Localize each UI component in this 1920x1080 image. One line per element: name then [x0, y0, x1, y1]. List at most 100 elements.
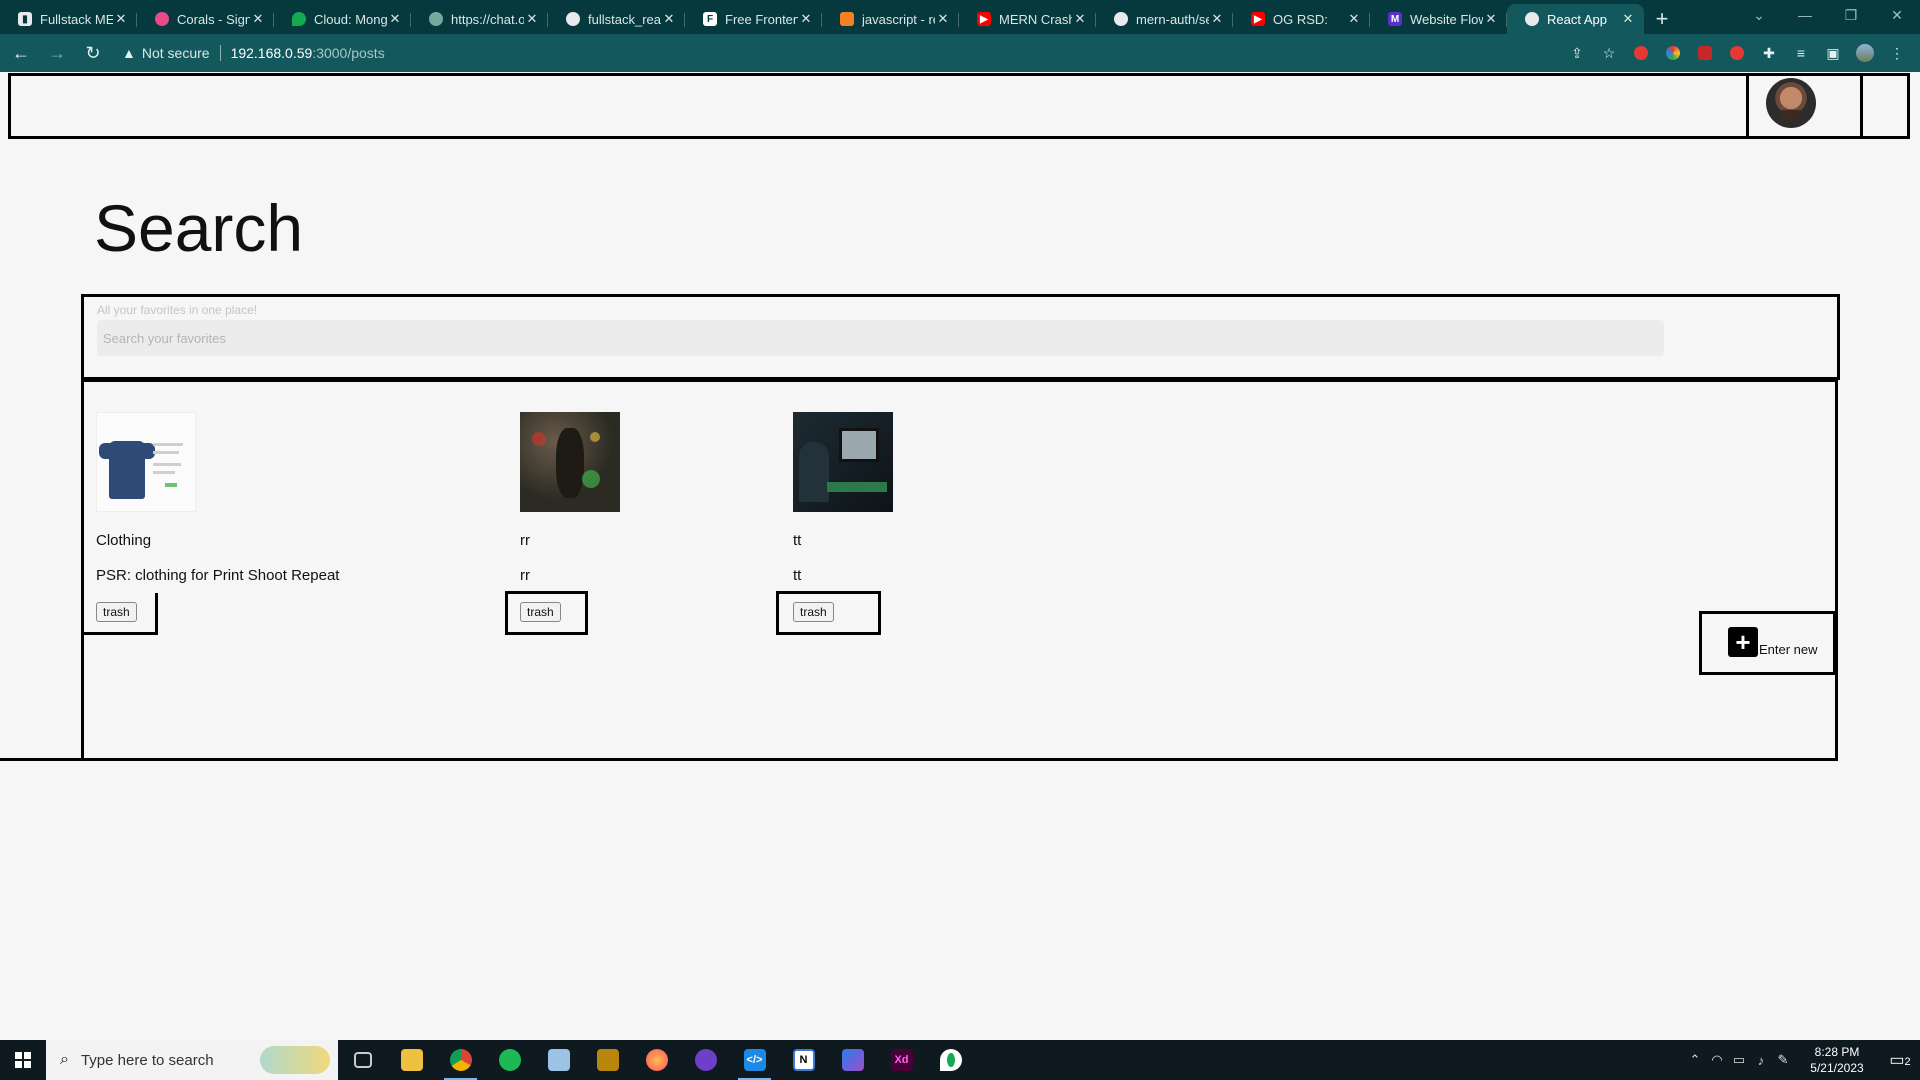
browser-tab[interactable]: Cloud: Mongo ✕ — [274, 4, 411, 34]
text-line — [153, 471, 175, 474]
close-icon[interactable]: ✕ — [1483, 11, 1499, 27]
tab-title: Website Flow — [1410, 11, 1483, 27]
forward-arrow-icon[interactable]: → — [42, 38, 72, 68]
browser-tab[interactable]: javascript - re ✕ — [822, 4, 959, 34]
side-panel-icon[interactable]: ▣ — [1820, 40, 1846, 66]
tab-title: Free Frontend — [725, 11, 798, 27]
trash-button[interactable]: trash — [793, 602, 834, 622]
browser-tab[interactable]: ▮ Fullstack MERN✕ — [0, 4, 137, 34]
browser-tab[interactable]: mern-auth/se ✕ — [1096, 4, 1233, 34]
extension-camera-icon[interactable] — [1692, 40, 1718, 66]
plus-icon: + — [1728, 627, 1758, 657]
f-logo-icon: F — [703, 12, 717, 26]
extension-color-picker-icon[interactable] — [1660, 40, 1686, 66]
youtube-icon: ▶ — [977, 12, 991, 26]
address-bar[interactable]: ▲ Not secure 192.168.0.59 :3000/posts — [122, 38, 385, 68]
url-host: 192.168.0.59 — [230, 45, 313, 61]
browser-tab[interactable]: F Free Frontend✕ — [685, 4, 822, 34]
share-icon[interactable]: ⇪ — [1564, 40, 1590, 66]
browser-tab[interactable]: https://chat.o ✕ — [411, 4, 548, 34]
extension-red-icon[interactable] — [1628, 40, 1654, 66]
search-label: All your favorites in one place! — [97, 303, 258, 317]
profile-avatar-icon[interactable] — [1852, 40, 1878, 66]
spotify-icon[interactable] — [485, 1040, 534, 1080]
post-description: rr — [520, 567, 530, 584]
folder-app-icon[interactable] — [583, 1040, 632, 1080]
vscode-icon[interactable]: </> — [730, 1040, 779, 1080]
close-icon[interactable]: ✕ — [935, 11, 951, 27]
extensions-puzzle-icon[interactable]: ✚ — [1756, 40, 1782, 66]
add-to-cart-mark — [165, 483, 177, 487]
text-line — [153, 443, 183, 446]
task-view-icon[interactable] — [338, 1040, 387, 1080]
enter-new-button[interactable]: + Enter new — [1699, 611, 1836, 675]
person-silhouette — [799, 442, 829, 502]
computer-desk-thumbnail — [793, 412, 893, 512]
warning-triangle-icon: ▲ — [122, 45, 136, 61]
browser-tab[interactable]: fullstack_reac ✕ — [548, 4, 685, 34]
figure-silhouette — [556, 428, 584, 498]
post-card — [520, 412, 620, 512]
restore-icon[interactable]: ❐ — [1828, 7, 1874, 24]
search-input[interactable] — [97, 320, 1664, 356]
close-icon[interactable]: ✕ — [113, 11, 129, 27]
close-icon[interactable]: ✕ — [1072, 11, 1088, 27]
monitor-shape — [839, 428, 879, 462]
github-desktop-icon[interactable] — [681, 1040, 730, 1080]
network-icon[interactable]: ◠ — [1706, 1052, 1728, 1068]
notion-icon[interactable]: N — [779, 1040, 828, 1080]
post-title: Clothing — [96, 532, 152, 549]
notifications-button[interactable]: ▭2 — [1880, 1050, 1920, 1070]
battery-icon[interactable]: ▭ — [1728, 1052, 1750, 1068]
firefox-icon[interactable] — [632, 1040, 681, 1080]
trash-button[interactable]: trash — [96, 602, 137, 622]
more-menu-icon[interactable]: ⋮ — [1884, 40, 1910, 66]
taskbar-search[interactable]: ⌕ Type here to search — [46, 1040, 338, 1080]
new-tab-button[interactable]: + — [1644, 4, 1680, 34]
page-title: Search — [94, 191, 304, 265]
clock[interactable]: 8:28 PM 5/21/2023 — [1794, 1044, 1880, 1076]
browser-toolbar: ← → ↻ ▲ Not secure 192.168.0.59 :3000/po… — [0, 34, 1920, 72]
corals-icon — [155, 12, 169, 26]
chevron-up-icon[interactable]: ⌃ — [1684, 1052, 1706, 1068]
url-path: :3000/posts — [312, 45, 385, 61]
back-arrow-icon[interactable]: ← — [6, 38, 36, 68]
start-button[interactable] — [0, 1040, 46, 1080]
tab-search-chevron-icon[interactable]: ⌄ — [1736, 7, 1782, 24]
close-icon[interactable]: ✕ — [250, 11, 266, 27]
security-status: Not secure — [141, 45, 210, 61]
minimize-icon[interactable]: — — [1782, 7, 1828, 23]
browser-tab[interactable]: ▶ MERN Crash ✕ — [959, 4, 1096, 34]
browser-tab[interactable]: M Website Flow ✕ — [1370, 4, 1507, 34]
file-explorer-icon[interactable] — [387, 1040, 436, 1080]
notepad-icon[interactable] — [534, 1040, 583, 1080]
avatar[interactable] — [1766, 78, 1816, 128]
bookmark-star-icon[interactable]: ☆ — [1596, 40, 1622, 66]
reading-list-icon[interactable]: ≡ — [1788, 40, 1814, 66]
browser-tab[interactable]: Corals - Sign ✕ — [137, 4, 274, 34]
close-icon[interactable]: ✕ — [387, 11, 403, 27]
close-icon[interactable]: ✕ — [524, 11, 540, 27]
close-icon[interactable]: ✕ — [798, 11, 814, 27]
close-icon[interactable]: ✕ — [661, 11, 677, 27]
mongodb-compass-icon[interactable] — [926, 1040, 975, 1080]
browser-tab[interactable]: ▶ OG RSD: ✕ — [1233, 4, 1370, 34]
close-icon[interactable]: ✕ — [1620, 11, 1636, 27]
close-icon[interactable]: ✕ — [1209, 11, 1225, 27]
reload-icon[interactable]: ↻ — [78, 38, 108, 68]
trash-button[interactable]: trash — [520, 602, 561, 622]
close-window-icon[interactable]: ✕ — [1874, 7, 1920, 24]
pen-icon[interactable]: ✎ — [1772, 1052, 1794, 1068]
github-icon — [566, 12, 580, 26]
bokeh-light — [582, 470, 600, 488]
bookmark-icon: ▮ — [18, 12, 32, 26]
adobe-xd-icon[interactable]: Xd — [877, 1040, 926, 1080]
openai-icon — [429, 12, 443, 26]
browser-tab-active[interactable]: React App ✕ — [1507, 4, 1644, 34]
power-automate-icon[interactable] — [828, 1040, 877, 1080]
divider-line — [0, 758, 1838, 761]
close-icon[interactable]: ✕ — [1346, 11, 1362, 27]
chrome-icon[interactable] — [436, 1040, 485, 1080]
volume-icon[interactable]: ♪ — [1750, 1053, 1772, 1068]
extension-block-icon[interactable] — [1724, 40, 1750, 66]
